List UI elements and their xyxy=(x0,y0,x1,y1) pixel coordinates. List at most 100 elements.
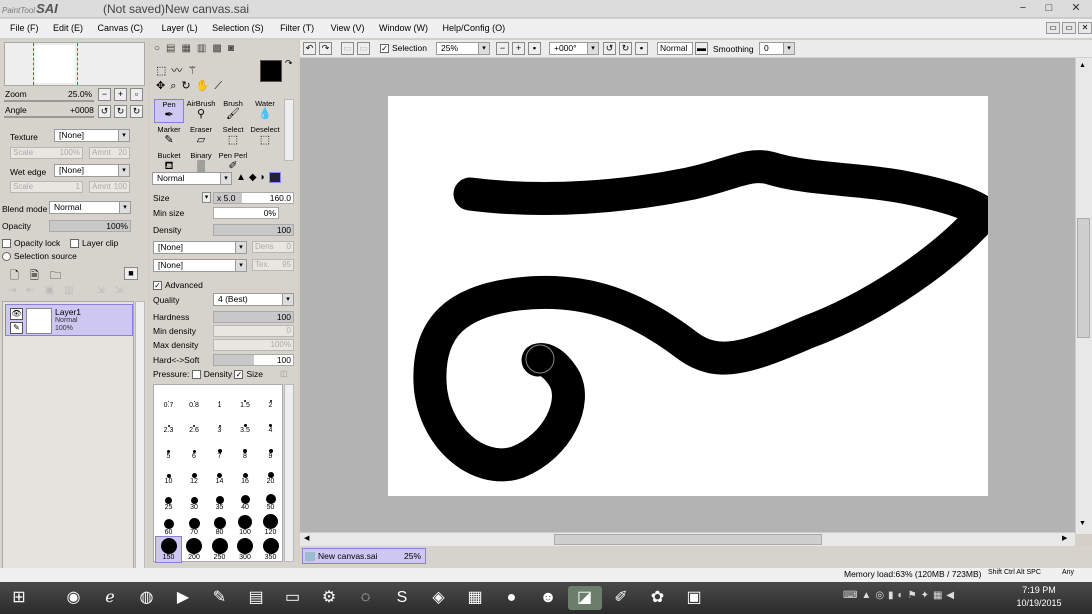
layer-row[interactable]: 👁 ✎ Layer1 Normal 100% xyxy=(5,304,133,336)
redo-button[interactable]: ↷ xyxy=(319,42,332,55)
view-tools[interactable]: ✥⌕↻✋⟋ xyxy=(156,79,227,93)
zoom-fit-button[interactable]: ▪ xyxy=(528,42,541,55)
primary-color-swatch[interactable] xyxy=(260,60,282,82)
max-density-slider[interactable]: 100% xyxy=(213,339,294,351)
lasso-icon[interactable]: 〰 xyxy=(171,65,187,77)
tool-airbrush[interactable]: AirBrush ⚲ xyxy=(186,99,216,123)
menu-edit[interactable]: Edit (E) xyxy=(47,19,89,38)
chrome-icon[interactable]: ◉ xyxy=(57,586,91,610)
brush-size-25[interactable]: 25 xyxy=(156,487,181,512)
system-tray[interactable]: ⌨▲◎▮◐⚑✦▦◀ xyxy=(843,590,958,601)
tool-marker[interactable]: Marker ✎ xyxy=(154,125,184,149)
pen-icon[interactable]: ✎ xyxy=(10,322,23,334)
brush-size-12[interactable]: 12 xyxy=(182,461,207,486)
close-button[interactable]: ✕ xyxy=(1062,0,1090,16)
brush-size-8[interactable]: 8 xyxy=(233,436,258,461)
tool-grid-scrollbar[interactable] xyxy=(284,99,294,161)
flat-shape-icon[interactable] xyxy=(268,172,281,183)
rotate-ccw-button[interactable]: ↺ xyxy=(603,42,616,55)
wet-edge-select[interactable]: [None] ▾ xyxy=(54,164,130,177)
selection-source-radio[interactable]: Selection source xyxy=(2,249,77,263)
brush-size-120[interactable]: 120 xyxy=(258,512,283,537)
gamepad-icon[interactable]: ◈ xyxy=(422,586,456,610)
vertical-scrollbar[interactable]: ▲ ▼ xyxy=(1075,58,1092,534)
blend-mode-select[interactable]: Normal ▾ xyxy=(49,201,131,214)
zoom-slider[interactable] xyxy=(4,100,94,102)
hard-soft-slider[interactable]: 100 xyxy=(213,354,294,366)
brush-size-10[interactable]: 10 xyxy=(156,461,181,486)
view-toggles[interactable]: ○▤▦▥▩◙ xyxy=(154,43,264,55)
brush-size-14[interactable]: 14 xyxy=(207,461,232,486)
undo-button[interactable]: ↶ xyxy=(303,42,316,55)
brush-size-0-8[interactable]: 0.8 xyxy=(182,385,207,410)
menu-selection[interactable]: Selection (S) xyxy=(206,19,270,38)
view-mode-select[interactable]: Normal xyxy=(657,42,693,55)
menu-file[interactable]: File (F) xyxy=(0,19,45,38)
brush-size-70[interactable]: 70 xyxy=(182,512,207,537)
brush-size-35[interactable]: 35 xyxy=(207,487,232,512)
spinner-icon[interactable]: ✿ xyxy=(641,586,675,610)
brush-size-4[interactable]: 4 xyxy=(258,410,283,435)
zoom-select[interactable]: 25% ▾ xyxy=(436,42,490,55)
angle-select[interactable]: +000° ▾ xyxy=(549,42,599,55)
menu-window[interactable]: Window (W) xyxy=(373,19,434,38)
document-tab[interactable]: New canvas.sai 25% xyxy=(302,548,426,564)
brush-size-1[interactable]: 1 xyxy=(207,385,232,410)
canvas-viewport[interactable] xyxy=(300,58,1075,534)
tool-brush[interactable]: Brush 🖌 xyxy=(218,99,248,123)
size-slider[interactable]: x 5.0 160.0 xyxy=(213,192,294,204)
brush-size-16[interactable]: 16 xyxy=(233,461,258,486)
character-icon[interactable]: ☻ xyxy=(531,586,565,610)
folder-flag-icon[interactable]: ▤ xyxy=(239,586,273,610)
new-linework-layer-icon[interactable]: 🗎 xyxy=(30,267,39,286)
brush-size-20[interactable]: 20 xyxy=(258,461,283,486)
opacity-slider[interactable]: 100% xyxy=(49,220,131,232)
brush-size-150[interactable]: 150 xyxy=(155,536,182,564)
advanced-checkbox[interactable]: ✓ Advanced xyxy=(153,278,203,292)
brush-size-3-5[interactable]: 3.5 xyxy=(233,410,258,435)
scroll-down-icon[interactable]: ▼ xyxy=(1079,520,1086,527)
scroll-left-icon[interactable]: ◀ xyxy=(304,534,309,542)
recorder-icon[interactable]: ● xyxy=(495,586,529,610)
eye-icon[interactable]: 👁 xyxy=(10,308,23,320)
steam-icon[interactable]: ⚙ xyxy=(312,586,346,610)
hand-icon[interactable]: ✋ xyxy=(196,80,215,92)
brush-size-6[interactable]: 6 xyxy=(182,436,207,461)
new-folder-icon[interactable]: 🗀 xyxy=(50,267,61,286)
brush-size-3[interactable]: 3 xyxy=(207,410,232,435)
horizontal-scrollbar[interactable]: ◀ ▶ xyxy=(300,532,1075,546)
pen-tablet-icon[interactable]: ✐ xyxy=(604,586,638,610)
tool-pen[interactable]: Pen ✒ xyxy=(154,99,184,123)
scroll-up-icon[interactable]: ▲ xyxy=(1079,62,1086,69)
zoom-minus-button[interactable]: − xyxy=(496,42,509,55)
windows-start-icon[interactable]: ⊞ xyxy=(2,586,36,610)
rotate-right-button[interactable]: ↻ xyxy=(114,105,127,118)
brush-size-100[interactable]: 100 xyxy=(233,512,258,537)
ie-icon[interactable]: ℯ xyxy=(93,586,127,610)
quality-select[interactable]: 4 (Best) ▾ xyxy=(213,293,294,306)
brush-size-50[interactable]: 50 xyxy=(258,487,283,512)
brush-size-300[interactable]: 300 xyxy=(233,537,258,562)
pressure-size-checkbox[interactable]: ✓ xyxy=(234,370,244,380)
opacity-lock-checkbox[interactable]: Opacity lock xyxy=(2,236,60,250)
mdi-tile-button[interactable]: ▭ xyxy=(1062,22,1076,34)
tool-eraser[interactable]: Eraser ▱ xyxy=(186,125,216,149)
mdi-close-button[interactable]: ✕ xyxy=(1078,22,1092,34)
layer-list-scrollbar[interactable] xyxy=(135,301,145,591)
paint-tool-sai-icon[interactable]: ◪ xyxy=(567,586,602,610)
min-density-slider[interactable]: 0 xyxy=(213,325,294,337)
maximize-button[interactable]: □ xyxy=(1036,0,1062,16)
tool-water[interactable]: Water 💧 xyxy=(250,99,280,123)
obs-icon[interactable]: ◌ xyxy=(349,586,383,610)
zoom-icon[interactable]: ⌕ xyxy=(170,80,181,92)
tool-select[interactable]: Select ⬚ xyxy=(218,125,248,149)
drawing-canvas[interactable] xyxy=(388,96,1001,496)
brush-size-350[interactable]: 350 xyxy=(258,537,283,562)
vertical-scroll-thumb[interactable] xyxy=(1077,218,1090,338)
size-mult-dropdown[interactable]: ▾ xyxy=(202,192,211,203)
eyedropper-icon[interactable]: ⟋ xyxy=(214,80,227,92)
brush-size-30[interactable]: 30 xyxy=(182,487,207,512)
zoom-in-button[interactable]: + xyxy=(114,88,127,101)
rotate-reset-button[interactable]: ↻ xyxy=(130,105,143,118)
pressure-density-checkbox[interactable] xyxy=(191,370,201,380)
